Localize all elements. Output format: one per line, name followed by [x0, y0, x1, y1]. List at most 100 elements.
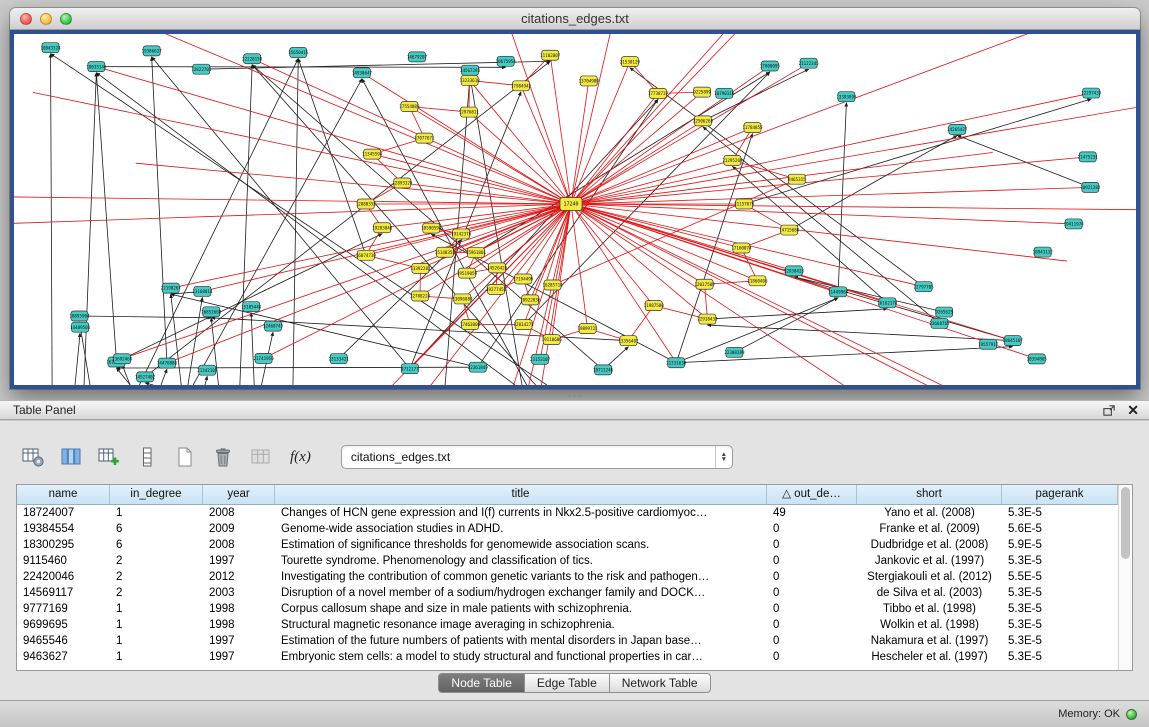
table-row[interactable]: 946554611997Estimation of the future num…	[17, 633, 1118, 649]
svg-text:19142370: 19142370	[451, 232, 472, 237]
svg-text:21122345: 21122345	[799, 61, 820, 66]
memory-status-label: Memory: OK	[1058, 708, 1120, 720]
rows-icon[interactable]	[134, 444, 160, 470]
svg-text:11449964: 11449964	[828, 289, 849, 294]
table-row[interactable]: 977716911998Corpus callosum shape and si…	[17, 601, 1118, 617]
column-header-pagerank[interactable]: pagerank	[1002, 485, 1118, 505]
svg-text:16285710: 16285710	[542, 283, 563, 288]
svg-text:21295269: 21295269	[722, 158, 743, 163]
table-row[interactable]: 969969511998Structural magnetic resonanc…	[17, 617, 1118, 633]
table-row[interactable]: 946362711997Embryonic stem cells: a mode…	[17, 649, 1118, 665]
svg-text:22228158: 22228158	[242, 56, 263, 61]
svg-text:18645167: 18645167	[1003, 338, 1024, 343]
svg-text:18035146: 18035146	[86, 64, 107, 69]
table-row[interactable]: 1872400712008Changes of HCN gene express…	[17, 505, 1118, 521]
svg-text:17077671: 17077671	[414, 136, 435, 141]
svg-text:11784855: 11784855	[742, 125, 763, 130]
memory-status-icon[interactable]	[1126, 709, 1137, 720]
svg-text:22930423: 22930423	[784, 268, 805, 273]
svg-text:21530129: 21530129	[620, 59, 641, 64]
table-select-combo[interactable]: citations_edges.txt ▲▼	[341, 445, 733, 469]
svg-text:17800095: 17800095	[760, 64, 781, 69]
svg-text:12297433: 12297433	[1081, 91, 1102, 96]
table-row[interactable]: 911546021997Tourette syndrome. Phenomeno…	[17, 553, 1118, 569]
network-view-frame: 1084332418035146193866271282270122228158…	[10, 30, 1140, 389]
table-body: 1872400712008Changes of HCN gene express…	[17, 505, 1118, 665]
svg-text:19283040: 19283040	[372, 225, 393, 230]
svg-text:17160074: 17160074	[731, 246, 752, 251]
svg-text:12976811: 12976811	[459, 110, 480, 115]
svg-text:13704989: 13704989	[579, 79, 600, 84]
create-column-icon[interactable]	[96, 444, 122, 470]
svg-text:22361849: 22361849	[468, 365, 489, 370]
table-panel-header: Table Panel ✕	[0, 400, 1149, 420]
tab-network-table[interactable]: Network Table	[610, 673, 711, 693]
table-settings-icon[interactable]	[20, 444, 46, 470]
svg-text:18711240: 18711240	[593, 367, 614, 372]
svg-text:21475231: 21475231	[1078, 154, 1099, 159]
function-builder-icon[interactable]: f(x)	[286, 449, 315, 466]
svg-text:15148355: 15148355	[435, 250, 456, 255]
new-file-icon[interactable]	[172, 444, 198, 470]
svg-text:14567293: 14567293	[460, 68, 481, 73]
svg-text:18790310: 18790310	[714, 91, 735, 96]
tab-node-table[interactable]: Node Table	[438, 673, 525, 693]
svg-text:10590594: 10590594	[421, 226, 442, 231]
scrollbar-thumb[interactable]	[1121, 487, 1130, 559]
status-bar: Memory: OK	[0, 700, 1149, 727]
column-header-name[interactable]: name	[17, 485, 110, 505]
table-toolbar: f(x) citations_edges.txt ▲▼	[20, 443, 733, 471]
table-vertical-scrollbar[interactable]	[1118, 485, 1132, 670]
table-row[interactable]: 2242004622012Investigating the contribut…	[17, 569, 1118, 585]
svg-text:13168014: 13168014	[192, 289, 213, 294]
tab-edge-table[interactable]: Edge Table	[525, 673, 610, 693]
table-panel-title: Table Panel	[13, 403, 76, 417]
svg-text:12888352: 12888352	[356, 202, 377, 207]
svg-text:17738737: 17738737	[648, 91, 669, 96]
window-title: citations_edges.txt	[10, 11, 1140, 26]
network-window: citations_edges.txt 10843324180351461938…	[10, 8, 1140, 389]
citation-graph[interactable]: 1084332418035146193866271282270122228158…	[14, 34, 1136, 385]
table-panel-body: f(x) citations_edges.txt ▲▼ namein_degre…	[0, 421, 1149, 700]
column-header-in_degree[interactable]: in_degree	[110, 485, 203, 505]
svg-text:11102007: 11102007	[540, 53, 561, 58]
svg-text:16074739: 16074739	[356, 253, 377, 258]
svg-text:22918433: 22918433	[697, 317, 718, 322]
network-canvas[interactable]: 1084332418035146193866271282270122228158…	[14, 34, 1136, 385]
panel-splitter-handle[interactable]	[567, 394, 583, 398]
svg-text:14930647: 14930647	[352, 70, 373, 75]
svg-text:13393995: 13393995	[836, 94, 857, 99]
table-row[interactable]: 1938455462009Genome-wide association stu…	[17, 521, 1118, 537]
svg-text:10675954: 10675954	[496, 59, 517, 64]
column-header-short[interactable]: short	[857, 485, 1002, 505]
table-tabs: Node TableEdge TableNetwork Table	[0, 673, 1149, 693]
svg-text:9225899: 9225899	[693, 90, 711, 95]
table-row[interactable]: 1456911722003Disruption of a novel membe…	[17, 585, 1118, 601]
svg-text:15650415: 15650415	[288, 50, 309, 55]
table-header-row: namein_degreeyeartitle△ out_de…shortpage…	[17, 485, 1118, 505]
import-table-icon[interactable]	[248, 444, 274, 470]
column-header-year[interactable]: year	[203, 485, 275, 505]
node-table: namein_degreeyeartitle△ out_de…shortpage…	[16, 484, 1133, 671]
svg-text:23153107: 23153107	[530, 357, 551, 362]
svg-text:18943132: 18943132	[1033, 250, 1054, 255]
svg-text:13233618: 13233618	[460, 78, 481, 83]
window-titlebar[interactable]: citations_edges.txt	[10, 8, 1140, 30]
close-panel-icon[interactable]: ✕	[1127, 403, 1139, 417]
column-header-title[interactable]: title	[275, 485, 767, 505]
svg-text:11987580: 11987580	[644, 303, 665, 308]
svg-text:12037509: 12037509	[694, 282, 715, 287]
svg-text:16162174: 16162174	[877, 300, 898, 305]
column-header-out_degree[interactable]: △ out_de…	[767, 485, 857, 505]
delete-table-icon[interactable]	[210, 444, 236, 470]
svg-text:21342107: 21342107	[197, 368, 218, 373]
svg-text:14526420: 14526420	[487, 266, 508, 271]
table-row[interactable]: 1830029562008Estimation of significance …	[17, 537, 1118, 553]
float-panel-icon[interactable]	[1102, 403, 1117, 418]
svg-text:14265427: 14265427	[947, 127, 968, 132]
svg-text:21741950: 21741950	[254, 356, 275, 361]
svg-text:11345594: 11345594	[362, 152, 383, 157]
svg-text:21331630: 21331630	[666, 360, 687, 365]
svg-text:12822701: 12822701	[191, 67, 212, 72]
show-columns-icon[interactable]	[58, 444, 84, 470]
